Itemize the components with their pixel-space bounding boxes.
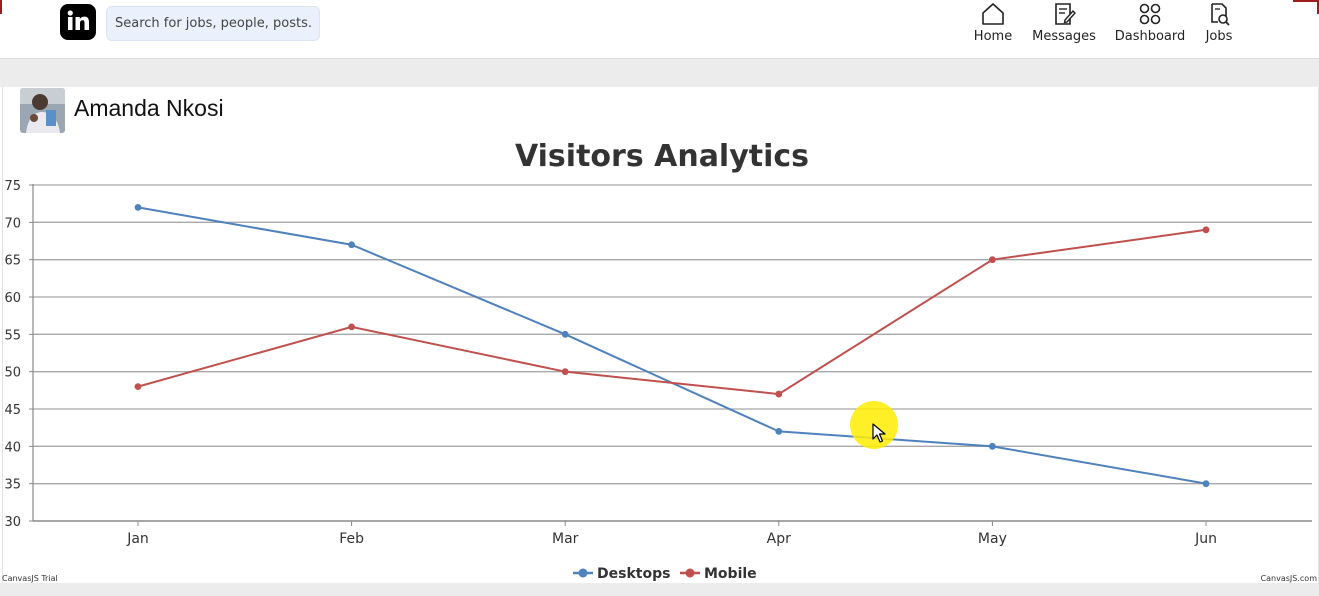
x-tick-label: Jan xyxy=(126,531,149,547)
canvasjs-credit-link[interactable]: CanvasJS.com xyxy=(1261,574,1318,583)
data-point[interactable] xyxy=(134,204,142,211)
data-point[interactable] xyxy=(561,330,569,338)
y-tick-label: 70 xyxy=(4,216,21,231)
series-line-desktops xyxy=(137,206,1207,485)
y-tick-label: 45 xyxy=(4,403,21,418)
data-point[interactable] xyxy=(561,368,569,376)
legend-item-mobile[interactable]: Mobile xyxy=(680,566,757,582)
data-point[interactable] xyxy=(134,383,142,390)
data-point[interactable] xyxy=(989,442,996,450)
data-point[interactable] xyxy=(775,390,783,398)
y-tick-label: 65 xyxy=(4,254,21,269)
data-point[interactable] xyxy=(1202,226,1210,234)
chart-series xyxy=(134,204,1210,488)
y-tick-label: 30 xyxy=(4,515,21,530)
chart-title: Visitors Analytics xyxy=(515,139,809,174)
y-tick-label: 50 xyxy=(4,366,21,381)
legend-item-desktops[interactable]: Desktops xyxy=(573,566,670,582)
data-point[interactable] xyxy=(775,428,783,435)
legend-label: Mobile xyxy=(704,566,757,582)
y-tick-label: 60 xyxy=(4,291,21,306)
data-point[interactable] xyxy=(348,241,355,249)
y-tick-label: 75 xyxy=(4,179,21,194)
y-tick-label: 40 xyxy=(4,440,21,455)
x-tick-label: May xyxy=(978,531,1007,547)
x-tick-label: Apr xyxy=(767,531,791,547)
chart-gridlines xyxy=(33,184,1312,485)
data-point[interactable] xyxy=(1202,480,1210,488)
canvasjs-trial-label: CanvasJS Trial xyxy=(2,574,58,583)
x-axis: Jan Feb Mar Apr May Jun xyxy=(33,520,1312,547)
series-desktops xyxy=(134,204,1210,488)
legend-marker-dot xyxy=(685,568,695,578)
x-tick-label: Jun xyxy=(1194,531,1217,547)
data-point[interactable] xyxy=(989,256,996,264)
legend-marker-dot xyxy=(578,568,588,578)
mouse-pointer-icon xyxy=(872,423,886,443)
x-tick-label: Feb xyxy=(339,531,364,547)
y-axis: 30 35 40 45 50 55 60 65 70 75 xyxy=(4,179,34,530)
legend-label: Desktops xyxy=(597,566,670,582)
y-tick-label: 55 xyxy=(4,328,21,343)
visitors-analytics-chart: Visitors Analytics 30354045505560657075 … xyxy=(2,139,1318,583)
series-line-mobile xyxy=(137,228,1207,396)
x-tick-label: Mar xyxy=(552,531,579,547)
data-point[interactable] xyxy=(348,323,355,331)
y-tick-label: 35 xyxy=(4,478,21,493)
chart-legend[interactable]: Desktops Mobile xyxy=(573,566,757,582)
